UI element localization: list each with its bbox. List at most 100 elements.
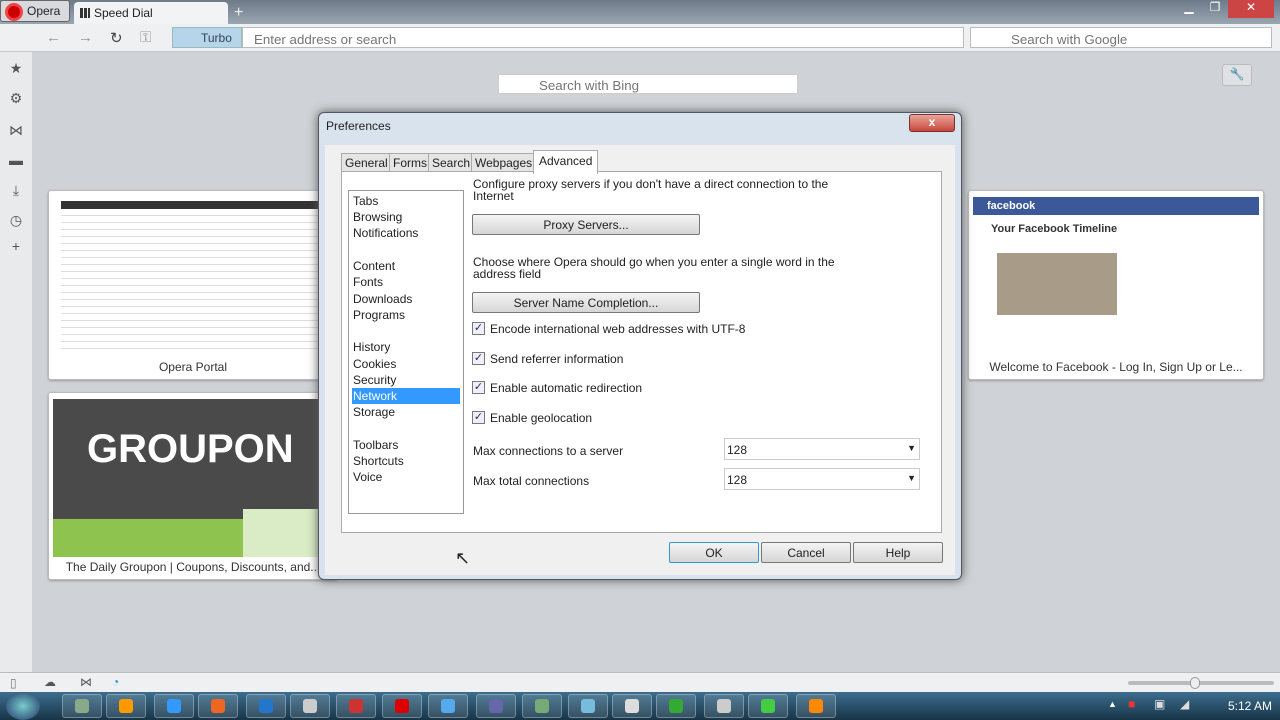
downloads-icon[interactable]: ⤓ bbox=[8, 182, 24, 198]
back-icon[interactable]: ← bbox=[46, 29, 61, 46]
close-window-button[interactable]: ✕ bbox=[1228, 0, 1274, 18]
gear-icon[interactable]: ⚙ bbox=[8, 90, 24, 106]
tray-icon[interactable]: ■ bbox=[1128, 697, 1135, 711]
category-security[interactable]: Security bbox=[352, 372, 460, 388]
zoom-slider[interactable] bbox=[1128, 677, 1274, 689]
category-storage[interactable]: Storage bbox=[352, 404, 460, 420]
category-list[interactable]: Tabs Browsing Notifications Content Fonts Dow… bbox=[348, 190, 464, 514]
app-icon bbox=[211, 699, 225, 713]
turbo-status-icon[interactable]: ◔ bbox=[112, 675, 119, 689]
sidebar: ★ ⚙ ⋈ ▬ ⤓ ◷ + bbox=[0, 52, 32, 672]
taskbar-app-icon[interactable] bbox=[382, 694, 422, 718]
forward-icon[interactable]: → bbox=[78, 29, 93, 46]
taskbar-app-icon[interactable] bbox=[568, 694, 608, 718]
checkbox-label[interactable]: Enable automatic redirection bbox=[490, 382, 642, 394]
advanced-pane: Tabs Browsing Notifications Content Fonts Dow… bbox=[341, 171, 942, 533]
taskbar-app-icon[interactable] bbox=[476, 694, 516, 718]
taskbar-app-icon[interactable] bbox=[246, 694, 286, 718]
max-connections-server-select[interactable]: 128 ▼ bbox=[724, 438, 920, 460]
tile-caption: The Daily Groupon | Coupons, Discounts, … bbox=[65, 560, 321, 574]
app-icon bbox=[489, 699, 503, 713]
category-tabs[interactable]: Tabs bbox=[352, 193, 460, 209]
category-downloads[interactable]: Downloads bbox=[352, 291, 460, 307]
zoom-slider-handle[interactable] bbox=[1190, 677, 1200, 689]
category-network[interactable]: Network bbox=[352, 388, 460, 404]
turbo-button[interactable]: Turbo bbox=[172, 27, 242, 48]
category-content[interactable]: Content bbox=[352, 258, 460, 274]
checkbox[interactable]: ✓ bbox=[472, 351, 485, 365]
select-value: 128 bbox=[727, 473, 748, 487]
unite-status-icon[interactable]: ⋈ bbox=[80, 675, 92, 689]
unite-icon[interactable]: ⋈ bbox=[8, 122, 24, 138]
maximize-button[interactable]: ❐ bbox=[1202, 0, 1228, 18]
tab-advanced[interactable]: Advanced bbox=[533, 150, 599, 174]
taskbar-app-icon[interactable] bbox=[796, 694, 836, 718]
checkbox[interactable]: ✓ bbox=[472, 381, 485, 394]
history-icon[interactable]: ◷ bbox=[8, 212, 24, 228]
network-icon[interactable]: ▣ bbox=[1154, 697, 1165, 711]
proxy-servers-button[interactable]: Proxy Servers... bbox=[472, 214, 700, 235]
bing-search-input[interactable] bbox=[498, 74, 798, 94]
taskbar-app-icon[interactable] bbox=[428, 694, 468, 718]
tab-search[interactable]: Search bbox=[428, 153, 475, 172]
category-fonts[interactable]: Fonts bbox=[352, 274, 460, 290]
bookmarks-star-icon[interactable]: ★ bbox=[8, 60, 24, 76]
category-history[interactable]: History bbox=[352, 339, 460, 355]
cloud-icon[interactable]: ☁ bbox=[44, 675, 56, 689]
taskbar-app-icon[interactable] bbox=[198, 694, 238, 718]
taskbar-app-icon[interactable] bbox=[704, 694, 744, 718]
address-input[interactable] bbox=[242, 27, 964, 48]
tab-general[interactable]: General bbox=[341, 153, 392, 172]
key-icon[interactable]: ⚿ bbox=[140, 29, 151, 46]
taskbar-app-icon[interactable] bbox=[656, 694, 696, 718]
speed-dial-opera-portal[interactable]: Opera Portal bbox=[48, 190, 338, 380]
taskbar-app-icon[interactable] bbox=[106, 694, 146, 718]
ok-button[interactable]: OK bbox=[669, 542, 759, 563]
tab-forms[interactable]: Forms bbox=[389, 153, 431, 172]
category-browsing[interactable]: Browsing bbox=[352, 209, 460, 225]
tile-caption: Welcome to Facebook - Log In, Sign Up or… bbox=[989, 360, 1243, 374]
checkbox-label[interactable]: Enable geolocation bbox=[490, 412, 592, 424]
taskbar-app-icon[interactable] bbox=[290, 694, 330, 718]
checkbox-label[interactable]: Encode international web addresses with … bbox=[490, 323, 745, 335]
facebook-heading: Your Facebook Timeline bbox=[991, 223, 1118, 235]
google-search-input[interactable] bbox=[970, 27, 1272, 48]
new-tab-button[interactable]: + bbox=[234, 4, 243, 22]
start-button[interactable] bbox=[6, 692, 40, 720]
reload-icon[interactable]: ↻ bbox=[110, 29, 123, 47]
opera-logo-icon bbox=[5, 3, 23, 21]
checkbox-label[interactable]: Send referrer information bbox=[490, 353, 623, 365]
category-toolbars[interactable]: Toolbars bbox=[352, 437, 460, 453]
tab-speed-dial[interactable]: Speed Dial bbox=[74, 2, 228, 24]
close-dialog-button[interactable]: x bbox=[909, 114, 955, 132]
category-programs[interactable]: Programs bbox=[352, 307, 460, 323]
category-shortcuts[interactable]: Shortcuts bbox=[352, 453, 460, 469]
checkbox[interactable]: ✓ bbox=[472, 410, 485, 424]
panel-toggle-icon[interactable]: ▯ bbox=[10, 676, 17, 690]
wrench-icon[interactable]: 🔧 bbox=[1222, 64, 1252, 86]
category-notifications[interactable]: Notifications bbox=[352, 225, 460, 241]
max-total-connections-select[interactable]: 128 ▼ bbox=[724, 468, 920, 490]
checkbox[interactable]: ✓ bbox=[472, 322, 485, 335]
add-panel-icon[interactable]: + bbox=[8, 238, 24, 254]
clock[interactable]: 5:12 AM bbox=[1228, 699, 1272, 713]
category-voice[interactable]: Voice bbox=[352, 469, 460, 485]
taskbar-app-icon[interactable] bbox=[336, 694, 376, 718]
cancel-button[interactable]: Cancel bbox=[761, 542, 851, 563]
minimize-button[interactable]: ▁ bbox=[1176, 0, 1202, 18]
taskbar-app-icon[interactable] bbox=[154, 694, 194, 718]
category-cookies[interactable]: Cookies bbox=[352, 356, 460, 372]
volume-icon[interactable]: ◢ bbox=[1180, 697, 1189, 711]
opera-menu-button[interactable]: Opera bbox=[0, 0, 70, 22]
show-hidden-icons[interactable]: ▲ bbox=[1108, 699, 1117, 709]
taskbar-app-icon[interactable] bbox=[522, 694, 562, 718]
taskbar-app-icon[interactable] bbox=[62, 694, 102, 718]
server-name-completion-button[interactable]: Server Name Completion... bbox=[472, 292, 700, 313]
taskbar-app-icon[interactable] bbox=[612, 694, 652, 718]
notes-icon[interactable]: ▬ bbox=[8, 152, 24, 168]
taskbar-app-icon[interactable] bbox=[748, 694, 788, 718]
speed-dial-facebook[interactable]: facebook Your Facebook Timeline Welcome … bbox=[968, 190, 1264, 380]
help-button[interactable]: Help bbox=[853, 542, 943, 563]
tab-webpages[interactable]: Webpages bbox=[471, 153, 537, 172]
speed-dial-groupon[interactable]: GROUPON The Daily Groupon | Coupons, Dis… bbox=[48, 392, 338, 580]
